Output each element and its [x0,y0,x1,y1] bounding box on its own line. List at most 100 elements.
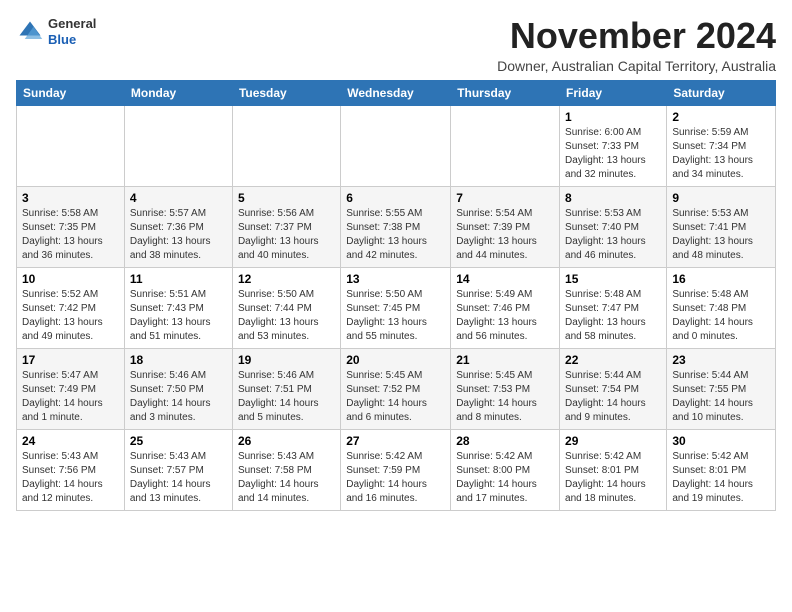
calendar-cell [341,105,451,186]
day-number: 17 [22,353,119,367]
calendar-cell [451,105,560,186]
day-number: 1 [565,110,661,124]
day-info: Sunrise: 5:46 AM Sunset: 7:51 PM Dayligh… [238,369,335,425]
day-info: Sunrise: 5:53 AM Sunset: 7:41 PM Dayligh… [672,207,770,263]
calendar-cell: 30 Sunrise: 5:42 AM Sunset: 8:01 PM Dayli… [667,429,776,510]
day-info: Sunrise: 5:51 AM Sunset: 7:43 PM Dayligh… [130,288,227,344]
calendar-cell: 14Sunrise: 5:49 AM Sunset: 7:46 PM Dayli… [451,267,560,348]
calendar-table: SundayMondayTuesdayWednesdayThursdayFrid… [16,80,776,511]
day-info: Sunrise: 5:47 AM Sunset: 7:49 PM Dayligh… [22,369,119,425]
calendar-header: SundayMondayTuesdayWednesdayThursdayFrid… [17,80,776,105]
calendar-week-row: 24 Sunrise: 5:43 AM Sunset: 7:56 PM Dayli… [17,429,776,510]
calendar-cell: 24 Sunrise: 5:43 AM Sunset: 7:56 PM Dayli… [17,429,125,510]
weekday-header: Saturday [667,80,776,105]
day-number: 10 [22,272,119,286]
calendar-cell: 2Sunrise: 5:59 AM Sunset: 7:34 PM Daylig… [667,105,776,186]
weekday-header: Friday [560,80,667,105]
day-info: Sunrise: 5:45 AM Sunset: 7:52 PM Dayligh… [346,369,445,425]
day-number: 24 [22,434,119,448]
day-info: Sunrise: 5:45 AM Sunset: 7:53 PM Dayligh… [456,369,554,425]
day-info: Sunrise: 5:44 AM Sunset: 7:54 PM Dayligh… [565,369,661,425]
day-number: 8 [565,191,661,205]
logo: General Blue [16,16,96,47]
calendar-cell: 28Sunrise: 5:42 AM Sunset: 8:00 PM Dayli… [451,429,560,510]
calendar-title: November 2024 [497,16,776,56]
day-info: Sunrise: 5:48 AM Sunset: 7:47 PM Dayligh… [565,288,661,344]
page-header: General Blue November 2024 Downer, Austr… [16,16,776,74]
calendar-cell: 9 Sunrise: 5:53 AM Sunset: 7:41 PM Daylig… [667,186,776,267]
day-number: 23 [672,353,770,367]
calendar-cell: 3Sunrise: 5:58 AM Sunset: 7:35 PM Daylig… [17,186,125,267]
weekday-header: Sunday [17,80,125,105]
calendar-cell: 18Sunrise: 5:46 AM Sunset: 7:50 PM Dayli… [124,348,232,429]
logo-line1: General [48,16,96,32]
day-info: Sunrise: 5:54 AM Sunset: 7:39 PM Dayligh… [456,207,554,263]
day-info: Sunrise: 5:57 AM Sunset: 7:36 PM Dayligh… [130,207,227,263]
day-number: 27 [346,434,445,448]
day-info: Sunrise: 5:59 AM Sunset: 7:34 PM Dayligh… [672,126,770,182]
day-info: Sunrise: 5:42 AM Sunset: 7:59 PM Dayligh… [346,450,445,506]
weekday-header: Thursday [451,80,560,105]
calendar-cell: 21 Sunrise: 5:45 AM Sunset: 7:53 PM Dayli… [451,348,560,429]
day-info: Sunrise: 5:52 AM Sunset: 7:42 PM Dayligh… [22,288,119,344]
calendar-cell: 4Sunrise: 5:57 AM Sunset: 7:36 PM Daylig… [124,186,232,267]
calendar-cell: 19 Sunrise: 5:46 AM Sunset: 7:51 PM Dayli… [232,348,340,429]
calendar-cell: 23 Sunrise: 5:44 AM Sunset: 7:55 PM Dayli… [667,348,776,429]
logo-line2: Blue [48,32,96,48]
day-number: 30 [672,434,770,448]
calendar-cell: 29Sunrise: 5:42 AM Sunset: 8:01 PM Dayli… [560,429,667,510]
day-info: Sunrise: 5:53 AM Sunset: 7:40 PM Dayligh… [565,207,661,263]
calendar-cell: 22Sunrise: 5:44 AM Sunset: 7:54 PM Dayli… [560,348,667,429]
day-info: Sunrise: 5:44 AM Sunset: 7:55 PM Dayligh… [672,369,770,425]
calendar-cell: 5 Sunrise: 5:56 AM Sunset: 7:37 PM Daylig… [232,186,340,267]
logo-icon [16,18,44,46]
day-info: Sunrise: 5:55 AM Sunset: 7:38 PM Dayligh… [346,207,445,263]
day-info: Sunrise: 5:42 AM Sunset: 8:01 PM Dayligh… [672,450,770,506]
day-info: Sunrise: 5:43 AM Sunset: 7:56 PM Dayligh… [22,450,119,506]
calendar-cell: 8 Sunrise: 5:53 AM Sunset: 7:40 PM Daylig… [560,186,667,267]
calendar-cell: 1Sunrise: 6:00 AM Sunset: 7:33 PM Daylig… [560,105,667,186]
day-number: 29 [565,434,661,448]
day-info: Sunrise: 5:46 AM Sunset: 7:50 PM Dayligh… [130,369,227,425]
day-number: 21 [456,353,554,367]
day-number: 19 [238,353,335,367]
day-number: 7 [456,191,554,205]
calendar-body: 1Sunrise: 6:00 AM Sunset: 7:33 PM Daylig… [17,105,776,510]
calendar-cell: 10 Sunrise: 5:52 AM Sunset: 7:42 PM Dayli… [17,267,125,348]
day-number: 25 [130,434,227,448]
calendar-week-row: 10 Sunrise: 5:52 AM Sunset: 7:42 PM Dayli… [17,267,776,348]
day-number: 15 [565,272,661,286]
calendar-cell: 17 Sunrise: 5:47 AM Sunset: 7:49 PM Dayli… [17,348,125,429]
calendar-cell: 16Sunrise: 5:48 AM Sunset: 7:48 PM Dayli… [667,267,776,348]
calendar-subtitle: Downer, Australian Capital Territory, Au… [497,58,776,74]
day-info: Sunrise: 5:58 AM Sunset: 7:35 PM Dayligh… [22,207,119,263]
day-number: 28 [456,434,554,448]
calendar-week-row: 3Sunrise: 5:58 AM Sunset: 7:35 PM Daylig… [17,186,776,267]
calendar-cell [17,105,125,186]
calendar-cell: 27 Sunrise: 5:42 AM Sunset: 7:59 PM Dayli… [341,429,451,510]
weekday-header-row: SundayMondayTuesdayWednesdayThursdayFrid… [17,80,776,105]
day-number: 13 [346,272,445,286]
title-block: November 2024 Downer, Australian Capital… [497,16,776,74]
day-info: Sunrise: 5:50 AM Sunset: 7:44 PM Dayligh… [238,288,335,344]
calendar-week-row: 17 Sunrise: 5:47 AM Sunset: 7:49 PM Dayli… [17,348,776,429]
day-info: Sunrise: 5:56 AM Sunset: 7:37 PM Dayligh… [238,207,335,263]
day-number: 20 [346,353,445,367]
day-number: 5 [238,191,335,205]
day-number: 11 [130,272,227,286]
day-info: Sunrise: 5:48 AM Sunset: 7:48 PM Dayligh… [672,288,770,344]
calendar-cell [232,105,340,186]
day-number: 12 [238,272,335,286]
calendar-cell: 6Sunrise: 5:55 AM Sunset: 7:38 PM Daylig… [341,186,451,267]
day-number: 9 [672,191,770,205]
calendar-cell: 7 Sunrise: 5:54 AM Sunset: 7:39 PM Daylig… [451,186,560,267]
day-info: Sunrise: 5:50 AM Sunset: 7:45 PM Dayligh… [346,288,445,344]
weekday-header: Monday [124,80,232,105]
calendar-cell: 12 Sunrise: 5:50 AM Sunset: 7:44 PM Dayli… [232,267,340,348]
day-info: Sunrise: 5:43 AM Sunset: 7:58 PM Dayligh… [238,450,335,506]
day-number: 26 [238,434,335,448]
weekday-header: Wednesday [341,80,451,105]
calendar-cell: 26 Sunrise: 5:43 AM Sunset: 7:58 PM Dayli… [232,429,340,510]
calendar-cell: 11 Sunrise: 5:51 AM Sunset: 7:43 PM Dayli… [124,267,232,348]
calendar-cell: 15 Sunrise: 5:48 AM Sunset: 7:47 PM Dayli… [560,267,667,348]
